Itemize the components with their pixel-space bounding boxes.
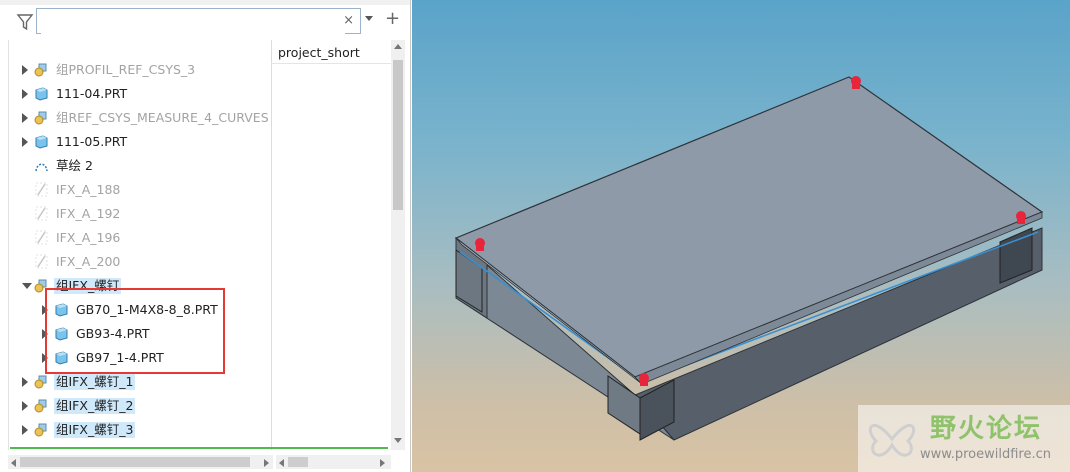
tree-item[interactable]: 组IFX_螺钉_3 <box>8 419 271 441</box>
column-divider[interactable] <box>271 40 272 450</box>
search-input[interactable] <box>41 10 345 34</box>
tree-horizontal-scroll-thumb[interactable] <box>20 457 250 467</box>
tree-item[interactable]: 组REF_CSYS_MEASURE_4_CURVES <box>8 107 271 129</box>
scroll-left-arrow-icon[interactable] <box>11 459 16 467</box>
expand-arrow-icon[interactable] <box>22 425 28 435</box>
butterfly-logo-icon <box>868 424 916 457</box>
clear-icon[interactable]: × <box>343 13 354 28</box>
sketch-icon <box>34 158 49 173</box>
tree-item[interactable]: IFX_A_192 <box>8 203 271 225</box>
tree-item-label: 组IFX_螺钉_2 <box>54 398 136 414</box>
expand-arrow-icon[interactable] <box>22 113 28 123</box>
tree-item-label: IFX_A_200 <box>56 254 121 269</box>
expand-arrow-icon[interactable] <box>22 137 28 147</box>
datum-curve-icon <box>34 182 49 197</box>
scroll-left-arrow-icon[interactable] <box>279 459 284 467</box>
tree-item[interactable]: 组PROFIL_REF_CSYS_3 <box>8 59 271 81</box>
search-field[interactable]: × <box>36 8 361 34</box>
datum-curve-icon <box>34 230 49 245</box>
tree-item-label: IFX_A_192 <box>56 206 121 221</box>
tree-item[interactable]: IFX_A_200 <box>8 251 271 273</box>
tree-item[interactable]: 组IFX_螺钉_2 <box>8 395 271 417</box>
tree-item-label: 111-05.PRT <box>56 134 128 149</box>
tree-item-label: 组REF_CSYS_MEASURE_4_CURVES <box>56 110 269 125</box>
collapse-arrow-icon[interactable] <box>22 283 32 289</box>
scroll-up-arrow-icon[interactable] <box>394 44 402 49</box>
expand-arrow-icon[interactable] <box>22 377 28 387</box>
tree-item[interactable]: IFX_A_196 <box>8 227 271 249</box>
screw-marker[interactable] <box>1016 211 1026 224</box>
group-icon <box>34 398 49 413</box>
tree-item[interactable]: 111-04.PRT <box>8 83 271 105</box>
part-icon <box>34 86 49 101</box>
scroll-down-arrow-icon[interactable] <box>394 438 402 443</box>
watermark-url: www.proewildfire.cn <box>920 447 1051 462</box>
screw-marker[interactable] <box>639 373 649 386</box>
tree-item[interactable]: 组IFX_螺钉_1 <box>8 371 271 393</box>
watermark-title: 野火论坛 <box>930 414 1043 444</box>
scroll-right-arrow-icon[interactable] <box>380 459 385 467</box>
tree-item[interactable]: IFX_A_188 <box>8 179 271 201</box>
column-header-project-short[interactable]: project_short <box>278 45 360 60</box>
tree-item-label: 草绘 2 <box>56 158 93 173</box>
column-horizontal-scroll-thumb[interactable] <box>288 457 308 467</box>
dropdown-arrow-icon[interactable] <box>365 16 373 21</box>
expand-arrow-icon[interactable] <box>22 65 28 75</box>
vertical-scroll-thumb[interactable] <box>393 60 403 210</box>
tree-item[interactable]: 111-05.PRT <box>8 131 271 153</box>
group-icon <box>34 62 49 77</box>
group-icon <box>34 110 49 125</box>
annotation-highlight-box <box>45 288 225 374</box>
tree-item-label: IFX_A_196 <box>56 230 121 245</box>
expand-arrow-icon[interactable] <box>22 89 28 99</box>
datum-curve-icon <box>34 254 49 269</box>
datum-curve-icon <box>34 206 49 221</box>
graphics-viewport[interactable] <box>412 0 1070 472</box>
tree-item-label: 111-04.PRT <box>56 86 128 101</box>
tree-item[interactable]: 草绘 2 <box>8 155 271 177</box>
group-icon <box>34 422 49 437</box>
tree-item-label: 组PROFIL_REF_CSYS_3 <box>56 62 196 77</box>
model-tree-panel: × + project_short 组PROFIL_REF_CSYS_3 111-… <box>0 0 411 472</box>
insert-indicator-line <box>10 447 388 449</box>
screw-marker[interactable] <box>475 238 485 251</box>
tree-item-label: 组IFX_螺钉_3 <box>54 422 136 438</box>
column-header-underline <box>271 63 391 64</box>
tree-item-label: IFX_A_188 <box>56 182 121 197</box>
filter-bar: × + <box>0 5 410 39</box>
funnel-icon[interactable] <box>16 13 34 31</box>
scroll-right-arrow-icon[interactable] <box>264 459 269 467</box>
part-icon <box>34 134 49 149</box>
plus-icon[interactable]: + <box>385 8 400 29</box>
screw-marker[interactable] <box>851 76 861 89</box>
3d-model-view[interactable] <box>412 0 1070 472</box>
tree-item-label: 组IFX_螺钉_1 <box>54 374 136 390</box>
group-icon <box>34 374 49 389</box>
expand-arrow-icon[interactable] <box>22 401 28 411</box>
